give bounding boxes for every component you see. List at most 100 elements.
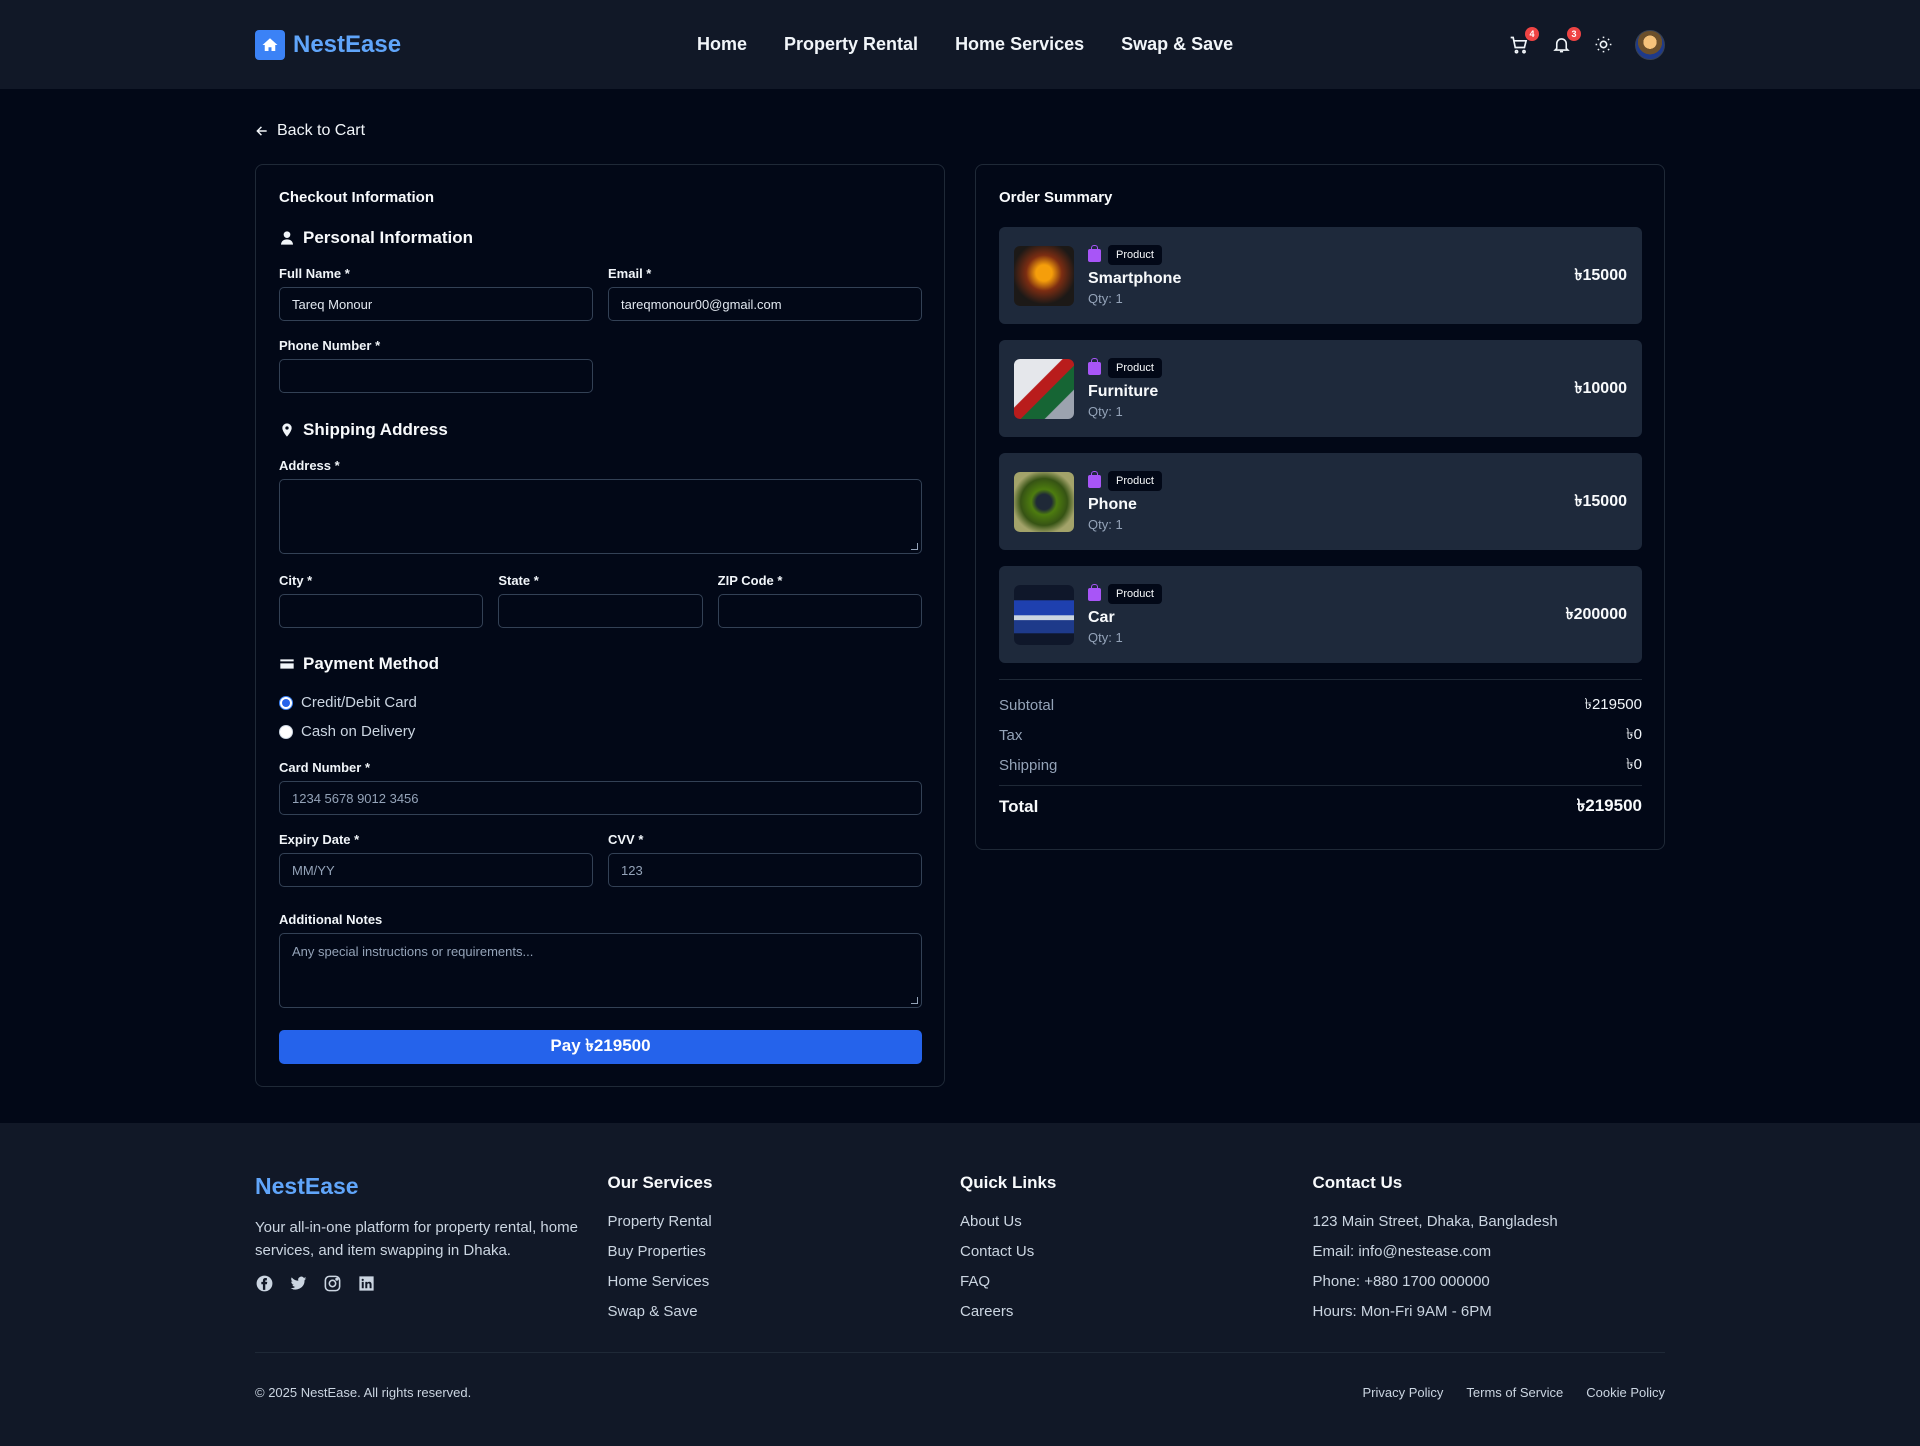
cvv-input[interactable]: 123	[608, 853, 922, 887]
summary-item: Product Furniture Qty: 1 ৳10000	[999, 340, 1642, 437]
radio-cod[interactable]	[279, 724, 293, 739]
email-label: Email *	[608, 266, 652, 281]
phone-label: Phone Number *	[279, 338, 381, 353]
smartphone-thumbnail	[1014, 245, 1074, 306]
footer-link-about[interactable]: About Us	[960, 1207, 1313, 1237]
privacy-policy-link[interactable]: Privacy Policy	[1363, 1385, 1444, 1400]
item-tag: Product	[1108, 471, 1162, 491]
footer-link-buy-properties[interactable]: Buy Properties	[608, 1237, 961, 1267]
contact-email: Email: info@nestease.com	[1312, 1243, 1492, 1260]
city-label: City *	[279, 573, 313, 588]
notification-count-badge: 3	[1567, 26, 1581, 41]
credit-card-icon	[280, 659, 294, 669]
contact-hours: Hours: Mon-Fri 9AM - 6PM	[1312, 1303, 1492, 1320]
nav-home[interactable]: Home	[697, 34, 747, 55]
footer-brand: NestEase	[255, 1173, 359, 1199]
linkedin-icon[interactable]	[357, 1274, 376, 1293]
footer-link-home-services[interactable]: Home Services	[608, 1267, 961, 1297]
notifications-button[interactable]: 3	[1551, 26, 1581, 55]
nav-home-services[interactable]: Home Services	[955, 34, 1084, 55]
map-pin-icon	[282, 423, 292, 437]
item-price: ৳15000	[1574, 267, 1627, 284]
sun-icon	[1595, 36, 1611, 53]
footer-bottom: © 2025 NestEase. All rights reserved. Pr…	[255, 1352, 1665, 1400]
summary-item: Product Car Qty: 1 ৳200000	[999, 566, 1642, 663]
item-price: ৳200000	[1565, 606, 1627, 623]
full-name-input[interactable]: Tareq Monour	[279, 287, 593, 321]
address-textarea[interactable]	[279, 479, 922, 554]
car-thumbnail	[1014, 584, 1074, 645]
twitter-icon[interactable]	[289, 1274, 308, 1293]
contact-phone: Phone: +880 1700 000000	[1312, 1273, 1490, 1290]
item-qty: Qty: 1	[1088, 291, 1123, 306]
address-label: Address *	[279, 458, 340, 473]
radio-card[interactable]	[279, 695, 293, 710]
resize-handle-icon[interactable]	[911, 543, 918, 550]
cart-count-badge: 4	[1525, 26, 1539, 41]
footer-link-contact[interactable]: Contact Us	[960, 1237, 1313, 1267]
back-to-cart-link[interactable]: Back to Cart	[255, 121, 1665, 141]
footer-link-careers[interactable]: Careers	[960, 1297, 1313, 1327]
email-input[interactable]: tareqmonour00@gmail.com	[608, 287, 922, 321]
full-name-label: Full Name *	[279, 266, 350, 281]
tax-row: Tax ৳0	[999, 725, 1642, 744]
resize-handle-icon[interactable]	[911, 997, 918, 1004]
zip-input[interactable]	[717, 594, 922, 628]
summary-item: Product Phone Qty: 1 ৳15000	[999, 453, 1642, 550]
item-tag: Product	[1108, 245, 1162, 265]
footer-link-property-rental[interactable]: Property Rental	[608, 1207, 961, 1237]
item-name: Furniture	[1088, 383, 1159, 400]
cookie-policy-link[interactable]: Cookie Policy	[1586, 1385, 1665, 1400]
footer: NestEase Your all-in-one platform for pr…	[0, 1123, 1920, 1446]
facebook-icon[interactable]	[255, 1274, 274, 1293]
city-input[interactable]	[279, 594, 484, 628]
notes-textarea[interactable]: Any special instructions or requirements…	[279, 933, 922, 1008]
zip-label: ZIP Code *	[717, 573, 783, 588]
instagram-icon[interactable]	[323, 1274, 342, 1293]
nav-actions: 4 3	[1509, 26, 1665, 60]
arrow-left-icon	[256, 126, 267, 136]
expiry-label: Expiry Date *	[279, 832, 360, 847]
summary-item: Product Smartphone Qty: 1 ৳15000	[999, 227, 1642, 324]
contact-address: 123 Main Street, Dhaka, Bangladesh	[1312, 1213, 1558, 1230]
item-name: Smartphone	[1088, 270, 1182, 287]
footer-link-swap-save[interactable]: Swap & Save	[608, 1297, 961, 1327]
terms-link[interactable]: Terms of Service	[1466, 1385, 1563, 1400]
main-nav: Home Property Rental Home Services Swap …	[697, 0, 1233, 89]
top-navbar: NestEase Home Property Rental Home Servi…	[0, 0, 1920, 89]
back-label: Back to Cart	[277, 122, 366, 139]
shipping-address-heading: Shipping Address	[279, 420, 922, 440]
footer-link-faq[interactable]: FAQ	[960, 1267, 1313, 1297]
payment-option-card[interactable]: Credit/Debit Card	[279, 694, 922, 711]
subtotal-row: Subtotal ৳219500	[999, 695, 1642, 714]
item-name: Phone	[1088, 496, 1137, 513]
shopping-bag-icon	[1088, 357, 1101, 375]
cart-button[interactable]: 4	[1509, 26, 1539, 55]
services-heading: Our Services	[607, 1173, 713, 1192]
theme-toggle-button[interactable]	[1593, 35, 1613, 55]
pay-button[interactable]: Pay ৳219500	[279, 1030, 922, 1064]
brand[interactable]: NestEase	[255, 29, 401, 60]
shopping-bag-icon	[1088, 470, 1101, 488]
quick-links-heading: Quick Links	[960, 1173, 1057, 1192]
expiry-input[interactable]: MM/YY	[279, 853, 593, 887]
card-number-label: Card Number *	[279, 760, 371, 775]
phone-thumbnail	[1014, 471, 1074, 532]
item-price: ৳10000	[1574, 380, 1627, 397]
item-price: ৳15000	[1574, 493, 1627, 510]
item-tag: Product	[1108, 584, 1162, 604]
nav-swap-save[interactable]: Swap & Save	[1121, 34, 1233, 55]
phone-input[interactable]	[279, 359, 593, 393]
item-tag: Product	[1108, 358, 1162, 378]
payment-method-heading: Payment Method	[279, 654, 922, 674]
notes-label: Additional Notes	[279, 912, 383, 927]
card-number-input[interactable]: 1234 5678 9012 3456	[279, 781, 922, 815]
user-avatar[interactable]	[1635, 29, 1665, 60]
item-name: Car	[1088, 609, 1115, 626]
furniture-thumbnail	[1014, 358, 1074, 419]
payment-option-cod[interactable]: Cash on Delivery	[279, 723, 922, 740]
contact-heading: Contact Us	[1312, 1173, 1403, 1192]
item-qty: Qty: 1	[1088, 630, 1123, 645]
state-input[interactable]	[498, 594, 703, 628]
nav-property-rental[interactable]: Property Rental	[784, 34, 918, 55]
